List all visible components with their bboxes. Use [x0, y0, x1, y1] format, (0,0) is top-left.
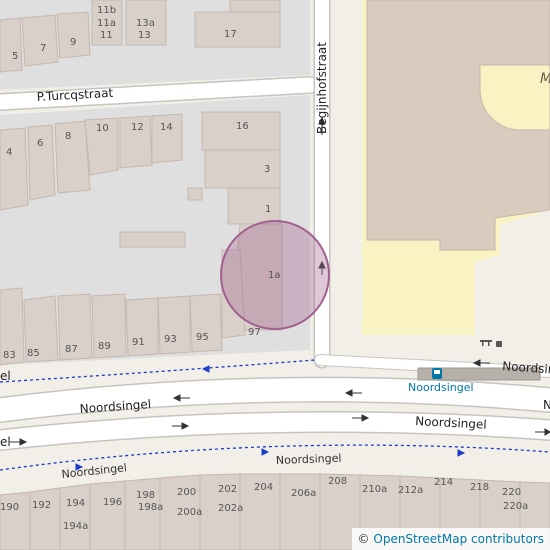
house-number: 14 — [160, 122, 173, 133]
house-number: 214 — [434, 477, 453, 488]
house-number: 192 — [32, 500, 51, 511]
house-number: 196 — [103, 497, 122, 508]
house-number: 12 — [131, 122, 144, 133]
house-number: 4 — [6, 147, 12, 158]
house-number: 218 — [470, 482, 489, 493]
house-number: 89 — [98, 341, 111, 352]
map-attribution: © OpenStreetMap contributors — [351, 528, 550, 550]
house-number: 206a — [291, 488, 316, 499]
house-number: 202 — [218, 484, 237, 495]
osm-contributors-link[interactable]: OpenStreetMap contributors — [373, 532, 544, 546]
house-number: 13 — [138, 30, 151, 41]
house-number: 6 — [37, 138, 43, 149]
house-number: 11a — [97, 18, 116, 29]
house-number: 200a — [177, 507, 202, 518]
partial-label-left-road: el — [0, 369, 11, 383]
partial-label-left-road-2: el — [0, 435, 11, 449]
house-number: 198 — [136, 490, 155, 501]
house-number: 9 — [70, 37, 76, 48]
house-number: 93 — [164, 334, 177, 345]
house-number: 210a — [362, 484, 387, 495]
house-number: 212a — [398, 485, 423, 496]
house-number: 7 — [40, 43, 46, 54]
house-number: 87 — [65, 344, 78, 355]
house-number: 95 — [196, 332, 209, 343]
house-number: 8 — [65, 131, 71, 142]
house-number: 11 — [100, 30, 113, 41]
house-number: 10 — [96, 123, 109, 134]
bus-stop-label[interactable]: Noordsingel — [408, 381, 474, 394]
house-number: 208 — [328, 476, 347, 487]
house-number: 83 — [3, 350, 16, 361]
partial-label-right-top: M — [540, 71, 550, 87]
waste-basket-icon — [496, 341, 502, 347]
house-number: 3 — [264, 164, 270, 175]
street-label-begijnhofstraat: Begijnhofstraat — [315, 42, 329, 134]
map-canvas[interactable]: P.Turcqstraat Begijnhofstraat Noordsinge… — [0, 0, 550, 550]
partial-label-right-road: N — [543, 398, 550, 412]
house-number: 1a — [268, 270, 281, 281]
house-number: 1 — [265, 204, 271, 215]
house-number: 200 — [177, 487, 196, 498]
house-number: 11b — [97, 5, 116, 16]
house-number: 5 — [12, 51, 18, 62]
footway-label-noordsingel-2: Noordsingel — [276, 452, 342, 467]
house-number: 17 — [224, 29, 237, 40]
house-number: 97 — [248, 327, 261, 338]
attribution-prefix: © — [357, 532, 370, 546]
house-number: 13a — [136, 18, 155, 29]
house-number: 220a — [503, 501, 528, 512]
house-number: 220 — [502, 487, 521, 498]
house-number: 204 — [254, 482, 273, 493]
house-number: 194a — [63, 521, 88, 532]
house-number: 190 — [0, 502, 19, 513]
house-number: 202a — [218, 503, 243, 514]
house-number: 16 — [236, 121, 249, 132]
house-number: 198a — [138, 502, 163, 513]
bus-stop-icon-window — [434, 370, 440, 374]
house-number: 85 — [27, 348, 40, 359]
house-number: 194 — [66, 498, 85, 509]
map-view[interactable]: P.Turcqstraat Begijnhofstraat Noordsinge… — [0, 0, 550, 550]
house-number: 91 — [132, 337, 145, 348]
